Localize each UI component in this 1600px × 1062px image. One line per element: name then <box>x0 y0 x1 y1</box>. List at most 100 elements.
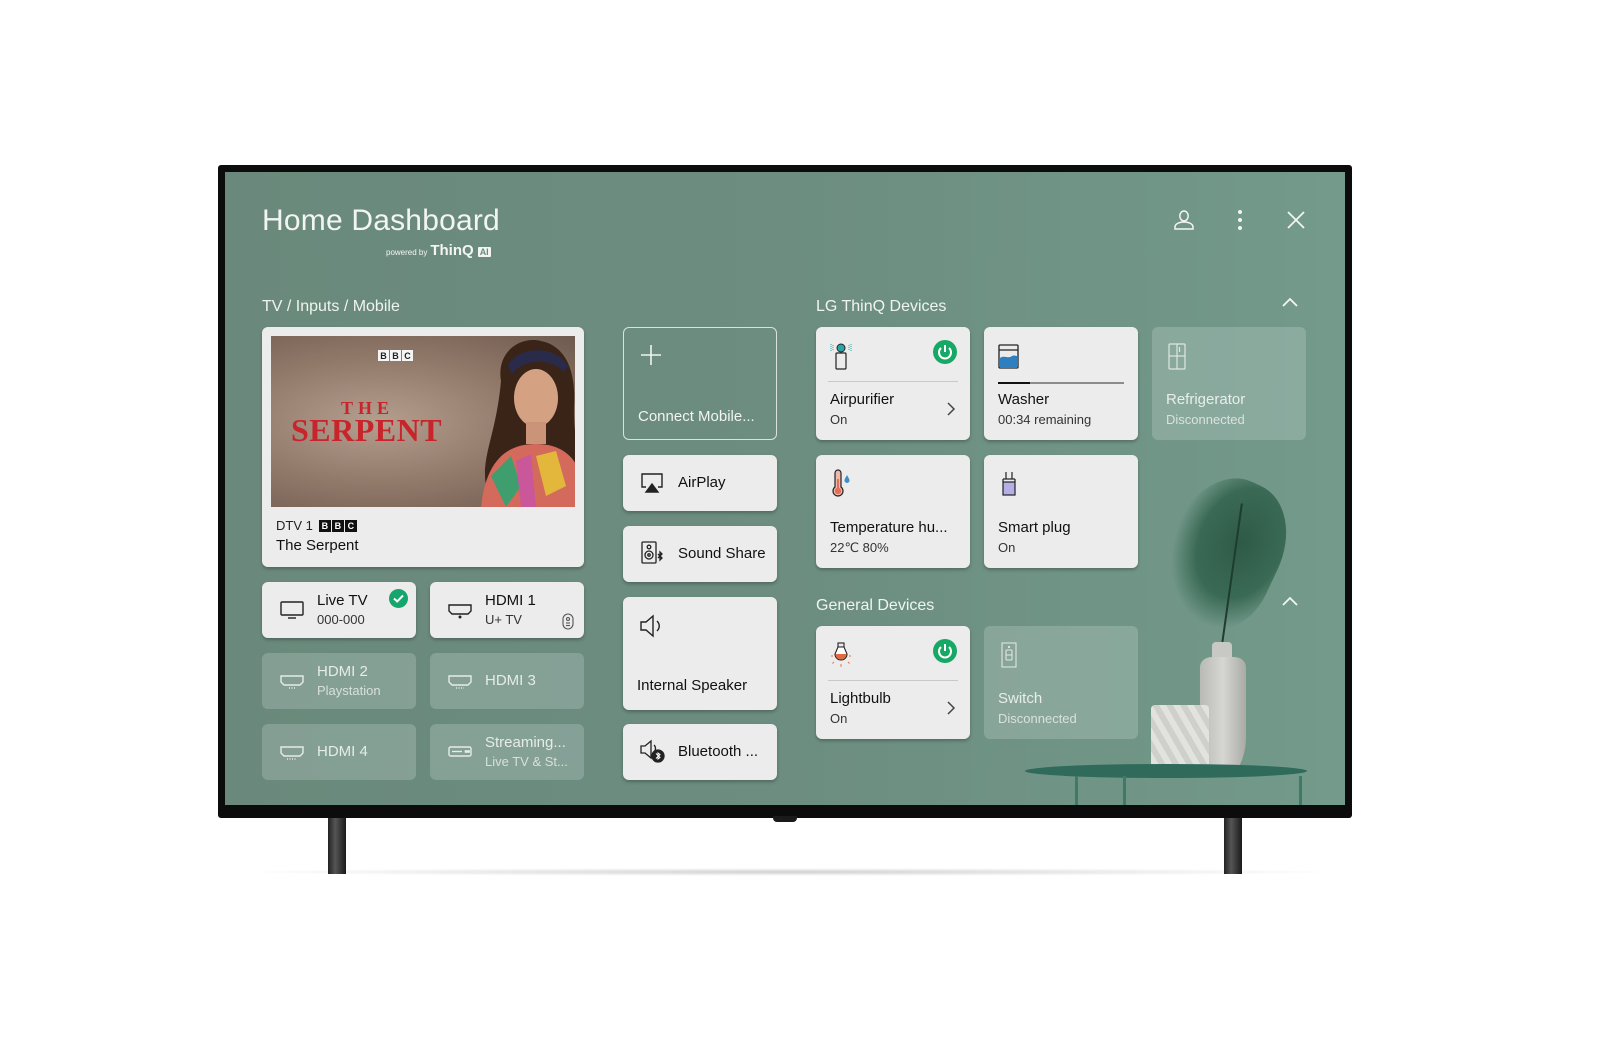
hdmi-icon <box>280 675 304 689</box>
air-purifier-icon <box>830 343 852 370</box>
airplay-icon <box>641 473 663 493</box>
sound-share-icon <box>641 541 663 564</box>
powered-by-prefix: powered by <box>386 248 428 257</box>
speaker-icon <box>640 614 660 638</box>
washer-icon <box>998 344 1019 369</box>
input-name: Live TV <box>317 592 368 609</box>
tv-logo-nub <box>773 816 797 822</box>
now-playing-card[interactable]: BBC THE SERPENT DTV 1 BBC The Serpent <box>262 327 584 567</box>
connect-mobile-button[interactable]: Connect Mobile... <box>623 327 777 440</box>
airplay-label: AirPlay <box>678 474 726 491</box>
washer-progress-bar <box>998 382 1124 384</box>
chevron-right-icon[interactable] <box>946 700 956 716</box>
sound-share-label: Sound Share <box>678 545 766 562</box>
device-airpurifier[interactable]: Airpurifier On <box>816 327 970 440</box>
program-poster: BBC THE SERPENT <box>271 336 575 507</box>
close-button[interactable] <box>1284 208 1308 232</box>
device-refrigerator[interactable]: Refrigerator Disconnected <box>1152 327 1306 440</box>
device-name: Refrigerator <box>1166 391 1246 408</box>
input-live-tv[interactable]: Live TV 000-000 <box>262 582 416 638</box>
internal-speaker-label: Internal Speaker <box>637 677 748 694</box>
device-name: Lightbulb <box>830 690 891 707</box>
tv-stand-leg-right <box>1224 818 1242 874</box>
washer-progress-fill <box>998 382 1030 384</box>
refrigerator-icon <box>1168 343 1186 370</box>
lightbulb-icon <box>831 642 851 667</box>
input-name: HDMI 4 <box>317 743 368 760</box>
divider <box>828 680 958 681</box>
device-status: On <box>830 711 848 726</box>
power-icon <box>938 644 952 659</box>
switch-icon <box>1001 642 1017 668</box>
close-icon <box>1287 211 1305 229</box>
input-sub: 000-000 <box>317 612 365 627</box>
page-title: Home Dashboard <box>262 204 500 237</box>
input-name: HDMI 1 <box>485 592 536 609</box>
input-name: Streaming... <box>485 734 566 751</box>
device-name: Airpurifier <box>830 391 895 408</box>
input-hdmi-4[interactable]: HDMI 4 <box>262 724 416 780</box>
device-name: Switch <box>998 690 1043 707</box>
divider <box>828 381 958 382</box>
internal-speaker-button[interactable]: Internal Speaker <box>623 597 777 710</box>
device-lightbulb[interactable]: Lightbulb On <box>816 626 970 739</box>
input-sub: Playstation <box>317 683 381 698</box>
input-hdmi-3[interactable]: HDMI 3 <box>430 653 584 709</box>
decorative-table-leg <box>1075 776 1078 805</box>
decorative-table-leg <box>1299 776 1302 805</box>
ai-badge: AI <box>477 247 491 257</box>
profile-button[interactable] <box>1172 208 1196 232</box>
active-check-icon <box>389 589 408 608</box>
tv-icon <box>280 601 304 619</box>
power-toggle[interactable] <box>933 340 957 364</box>
input-name: HDMI 3 <box>485 672 536 689</box>
tv-screen: Home Dashboard powered by ThinQ AI TV / … <box>225 172 1345 805</box>
chevron-right-icon[interactable] <box>946 401 956 417</box>
device-status: On <box>998 540 1016 555</box>
smart-plug-icon <box>1002 472 1016 496</box>
poster-portrait <box>481 340 575 507</box>
device-status: Disconnected <box>1166 412 1245 427</box>
device-status: 00:34 remaining <box>998 412 1092 427</box>
power-toggle[interactable] <box>933 639 957 663</box>
remote-icon <box>562 613 574 630</box>
device-washer[interactable]: Washer 00:34 remaining <box>984 327 1138 440</box>
program-name: The Serpent <box>276 537 359 554</box>
connect-mobile-label: Connect Mobile... <box>638 408 755 425</box>
more-options-button[interactable] <box>1228 208 1252 232</box>
thinq-brand: ThinQ <box>430 242 474 259</box>
power-icon <box>938 345 952 360</box>
device-name: Temperature hu... <box>830 519 948 536</box>
hdmi-icon <box>280 746 304 760</box>
floor-shadow <box>230 868 1350 876</box>
settop-box-icon <box>448 746 472 757</box>
collapse-thinq-chevron-up-icon[interactable] <box>1280 295 1300 309</box>
device-switch[interactable]: Switch Disconnected <box>984 626 1138 739</box>
device-name: Washer <box>998 391 1050 408</box>
tv-frame: Home Dashboard powered by ThinQ AI TV / … <box>218 165 1352 818</box>
input-streaming[interactable]: Streaming... Live TV & St... <box>430 724 584 780</box>
decorative-table-leg <box>1123 776 1126 805</box>
input-hdmi-1[interactable]: HDMI 1 U+ TV <box>430 582 584 638</box>
network-logo: BBC <box>318 519 357 532</box>
device-status: Disconnected <box>998 711 1077 726</box>
bluetooth-speaker-label: Bluetooth ... <box>678 743 759 760</box>
device-temperature-humidity[interactable]: Temperature hu... 22℃ 80% <box>816 455 970 568</box>
bluetooth-speaker-button[interactable]: Bluetooth ... <box>623 724 777 780</box>
input-sub: Live TV & St... <box>485 754 568 769</box>
input-hdmi-2[interactable]: HDMI 2 Playstation <box>262 653 416 709</box>
poster-bbc-logo: BBC <box>378 350 413 361</box>
collapse-general-chevron-up-icon[interactable] <box>1280 594 1300 608</box>
hdmi-icon <box>448 675 472 689</box>
powered-by-thinq: powered by ThinQ AI <box>386 242 491 259</box>
thermometer-icon <box>832 469 850 497</box>
user-icon <box>1174 210 1194 230</box>
airplay-button[interactable]: AirPlay <box>623 455 777 511</box>
device-smart-plug[interactable]: Smart plug On <box>984 455 1138 568</box>
sound-share-button[interactable]: Sound Share <box>623 526 777 582</box>
device-status: 22℃ 80% <box>830 540 889 555</box>
input-name: HDMI 2 <box>317 663 368 680</box>
poster-title-main: SERPENT <box>291 412 443 448</box>
input-sub: U+ TV <box>485 612 522 627</box>
more-vertical-icon <box>1238 210 1242 230</box>
